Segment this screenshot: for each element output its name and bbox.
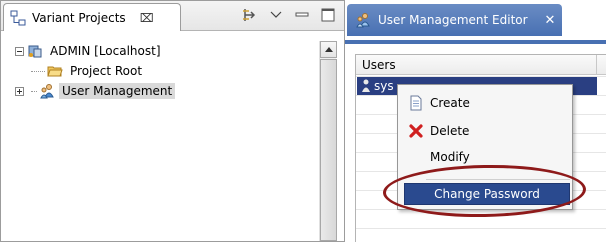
menu-item-change-password[interactable]: Change Password xyxy=(404,183,570,205)
column-header-divider xyxy=(596,55,606,75)
tree-item-label: User Management xyxy=(59,83,176,99)
server-icon xyxy=(28,45,42,58)
tree-connector xyxy=(31,90,37,92)
tree-item-user-management[interactable]: User Management xyxy=(15,81,319,101)
minimize-icon[interactable] xyxy=(294,7,310,23)
view-menu-chevron-icon[interactable] xyxy=(268,7,284,23)
users-column-header[interactable]: Users xyxy=(356,55,606,75)
menu-icon-placeholder xyxy=(408,149,424,165)
variant-projects-tab-label: Variant Projects xyxy=(32,10,126,25)
users-column-label: Users xyxy=(362,57,396,72)
tree-item-project-root[interactable]: Project Root xyxy=(15,61,319,81)
menu-item-delete[interactable]: Delete xyxy=(400,120,570,142)
collapse-icon[interactable] xyxy=(15,46,24,56)
scroll-thumb[interactable] xyxy=(320,59,337,241)
editor-tab-label: User Management Editor xyxy=(378,13,528,27)
tree-connector xyxy=(31,70,45,72)
close-icon[interactable]: ⌧ xyxy=(140,11,154,25)
folder-open-icon xyxy=(47,66,63,77)
menu-item-label: Delete xyxy=(430,124,470,138)
menu-separator xyxy=(426,179,570,180)
menu-item-label: Create xyxy=(430,96,470,110)
users-icon xyxy=(40,84,54,99)
link-with-editor-icon[interactable] xyxy=(242,7,258,23)
scroll-up-arrow-icon[interactable] xyxy=(320,41,337,58)
hierarchy-icon xyxy=(10,10,26,25)
context-menu: Create Delete Modify Change Password xyxy=(397,84,573,210)
variant-projects-view: Variant Projects ⌧ ADMIN [Localhost] Pro… xyxy=(0,0,345,242)
document-icon xyxy=(410,95,422,111)
expand-icon[interactable] xyxy=(15,86,24,96)
close-icon[interactable]: ✕ xyxy=(545,13,556,28)
maximize-icon[interactable] xyxy=(320,7,336,23)
view-toolbar xyxy=(242,7,336,23)
project-tree: ADMIN [Localhost] Project Root User Mana… xyxy=(1,33,319,241)
menu-item-label: Change Password xyxy=(434,187,540,201)
menu-item-create[interactable]: Create xyxy=(400,92,570,114)
vertical-scrollbar[interactable] xyxy=(319,41,337,241)
tree-item-label: ADMIN [Localhost] xyxy=(50,44,161,58)
menu-item-label: Modify xyxy=(430,150,470,164)
view-tab-bar: Variant Projects ⌧ xyxy=(1,1,344,31)
red-x-icon xyxy=(409,124,423,138)
tree-item-admin[interactable]: ADMIN [Localhost] xyxy=(15,41,319,61)
variant-projects-tab[interactable]: Variant Projects ⌧ xyxy=(3,3,181,31)
user-name-cell: sys xyxy=(374,79,394,93)
users-icon xyxy=(356,13,370,28)
user-management-editor-tab[interactable]: User Management Editor ✕ xyxy=(347,4,562,36)
menu-item-modify[interactable]: Modify xyxy=(400,146,570,168)
user-icon xyxy=(362,79,370,92)
editor-tab-bar: User Management Editor ✕ xyxy=(345,0,606,40)
tree-item-label: Project Root xyxy=(70,64,143,78)
